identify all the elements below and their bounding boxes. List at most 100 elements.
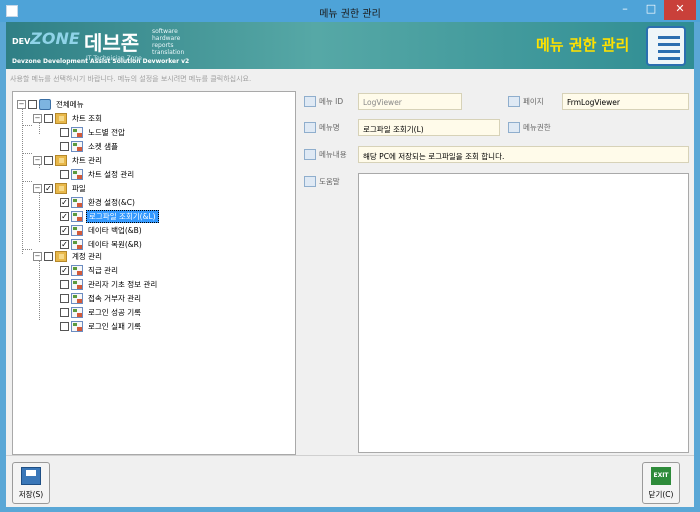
tree-node-label[interactable]: 로그인 성공 기록	[86, 307, 143, 318]
logo-zone-text: ZONE	[30, 29, 80, 48]
field-icon	[304, 176, 316, 187]
menu-tree[interactable]: − 전체메뉴 − 차트 조회 노드별 전압 소켓 샘플 − 차트 관리 차트 설…	[12, 91, 296, 455]
form-icon	[71, 126, 83, 138]
tree-checkbox[interactable]	[44, 251, 53, 261]
tree-node-file[interactable]: − ✓ 파일	[33, 181, 88, 195]
collapse-icon[interactable]: −	[33, 155, 42, 165]
logo-dev-text: DEV	[12, 37, 31, 46]
tree-node-label[interactable]: 차트 설정 관리	[86, 169, 136, 180]
floppy-disk-icon	[21, 467, 41, 485]
form-icon	[71, 238, 83, 250]
tree-node-data-backup[interactable]: ✓ 데이타 백업(&B)	[60, 223, 144, 237]
help-label-text: 도움말	[319, 177, 340, 186]
tree-node-label[interactable]: 데이타 백업(&B)	[86, 225, 144, 236]
tree-checkbox-checked[interactable]: ✓	[60, 225, 69, 235]
collapse-icon[interactable]: −	[33, 113, 42, 123]
close-button[interactable]: EXIT 닫기(C)	[642, 462, 680, 504]
menu-desc-field[interactable]: 해당 PC에 저장되는 로그파일을 조회 합니다.	[358, 146, 689, 163]
tree-node-access-denied[interactable]: 접속 거부자 관리	[60, 291, 143, 305]
tree-node-label[interactable]: 차트 관리	[70, 155, 104, 166]
tree-checkbox-checked[interactable]: ✓	[44, 183, 53, 193]
menu-list-icon	[646, 26, 686, 66]
tree-node-label[interactable]: 로그인 실패 기록	[86, 321, 143, 332]
tree-node-label[interactable]: 로그파일 조회기(&L)	[86, 209, 159, 223]
form-icon	[71, 264, 83, 276]
tree-node-label[interactable]: 소켓 샘플	[86, 141, 120, 152]
tree-checkbox[interactable]	[60, 307, 69, 317]
help-label: 도움말	[304, 176, 340, 187]
tree-node-login-success[interactable]: 로그인 성공 기록	[60, 305, 143, 319]
tree-node-label[interactable]: 환경 설정(&C)	[86, 197, 137, 208]
tree-node-env-settings[interactable]: ✓ 환경 설정(&C)	[60, 195, 137, 209]
tree-node-label[interactable]: 전체메뉴	[54, 99, 86, 110]
form-icon	[71, 278, 83, 290]
field-icon	[304, 122, 316, 133]
tree-node-label[interactable]: 노드별 전압	[86, 127, 127, 138]
main-panel: 사용할 메뉴를 선택하시기 바랍니다. 메뉴의 설정을 보시려면 메뉴를 클릭하…	[6, 69, 694, 455]
page-label-text: 페이지	[523, 97, 544, 106]
tree-checkbox[interactable]	[44, 113, 53, 123]
form-icon	[71, 224, 83, 236]
tree-checkbox[interactable]	[60, 293, 69, 303]
folder-icon	[55, 154, 67, 166]
tree-checkbox[interactable]	[28, 99, 37, 109]
tree-node-label[interactable]: 차트 조회	[70, 113, 104, 124]
folder-icon	[55, 182, 67, 194]
form-icon	[71, 320, 83, 332]
tree-node-admin-info[interactable]: 관리자 기초 정보 관리	[60, 277, 159, 291]
tree-checkbox-checked[interactable]: ✓	[60, 239, 69, 249]
tree-checkbox-checked[interactable]: ✓	[60, 265, 69, 275]
title-bar: 메뉴 권한 관리 – □ ✕	[0, 0, 700, 22]
logo-tag: hardware	[152, 35, 181, 42]
logo-tag: translation	[152, 49, 185, 56]
tree-checkbox[interactable]	[60, 279, 69, 289]
tree-checkbox[interactable]	[60, 169, 69, 179]
tree-checkbox[interactable]	[60, 141, 69, 151]
tree-checkbox[interactable]	[60, 321, 69, 331]
tree-node-rank-manage[interactable]: ✓ 직급 관리	[60, 263, 120, 277]
collapse-icon[interactable]: −	[17, 99, 26, 109]
instruction-text: 사용할 메뉴를 선택하시기 바랍니다. 메뉴의 설정을 보시려면 메뉴를 클릭하…	[10, 75, 252, 83]
tree-node-chart-manage[interactable]: − 차트 관리	[33, 153, 104, 167]
tree-node-chart-settings[interactable]: 차트 설정 관리	[60, 167, 136, 181]
tree-node-label[interactable]: 데이타 복원(&R)	[86, 239, 144, 250]
logo-tag: software	[152, 28, 178, 35]
tree-node-node-voltage[interactable]: 노드별 전압	[60, 125, 127, 139]
collapse-icon[interactable]: −	[33, 251, 42, 261]
form-icon	[71, 168, 83, 180]
collapse-icon[interactable]: −	[33, 183, 42, 193]
root-menu-icon	[39, 98, 51, 110]
tree-checkbox[interactable]	[44, 155, 53, 165]
tree-node-label[interactable]: 파일	[70, 183, 88, 194]
tree-node-label[interactable]: 계정 관리	[70, 251, 104, 262]
tree-node-login-failure[interactable]: 로그인 실패 기록	[60, 319, 143, 333]
tree-node-label[interactable]: 관리자 기초 정보 관리	[86, 279, 159, 290]
save-button-label: 저장(S)	[18, 490, 44, 499]
tree-node-chart-query[interactable]: − 차트 조회	[33, 111, 104, 125]
maximize-button[interactable]: □	[638, 0, 664, 20]
menu-auth-label-text: 메뉴권한	[523, 123, 551, 132]
close-window-button[interactable]: ✕	[664, 0, 696, 20]
menu-name-field[interactable]: 로그파일 조회기(L)	[358, 119, 500, 136]
close-button-label: 닫기(C)	[648, 490, 674, 499]
save-button[interactable]: 저장(S)	[12, 462, 50, 504]
tree-node-label[interactable]: 접속 거부자 관리	[86, 293, 143, 304]
menu-auth-label: 메뉴권한	[508, 122, 551, 133]
tree-node-label[interactable]: 직급 관리	[86, 265, 120, 276]
tree-node-log-viewer[interactable]: ✓ 로그파일 조회기(&L)	[60, 209, 159, 223]
exit-icon: EXIT	[651, 467, 671, 485]
field-icon	[304, 96, 316, 107]
tree-checkbox-checked[interactable]: ✓	[60, 211, 69, 221]
page-field[interactable]: FrmLogViewer	[562, 93, 689, 110]
menu-id-label: 메뉴 ID	[304, 96, 343, 107]
help-textarea[interactable]	[358, 173, 689, 453]
tree-node-socket-sample[interactable]: 소켓 샘플	[60, 139, 120, 153]
menu-id-field[interactable]: LogViewer	[358, 93, 462, 110]
tree-checkbox[interactable]	[60, 127, 69, 137]
tree-checkbox-checked[interactable]: ✓	[60, 197, 69, 207]
minimize-button[interactable]: –	[612, 0, 638, 20]
tree-node-account-manage[interactable]: − 계정 관리	[33, 249, 104, 263]
menu-desc-label-text: 메뉴내용	[319, 150, 347, 159]
banner-page-title: 메뉴 권한 관리	[536, 36, 630, 54]
tree-node-all-menus[interactable]: − 전체메뉴	[17, 97, 86, 111]
